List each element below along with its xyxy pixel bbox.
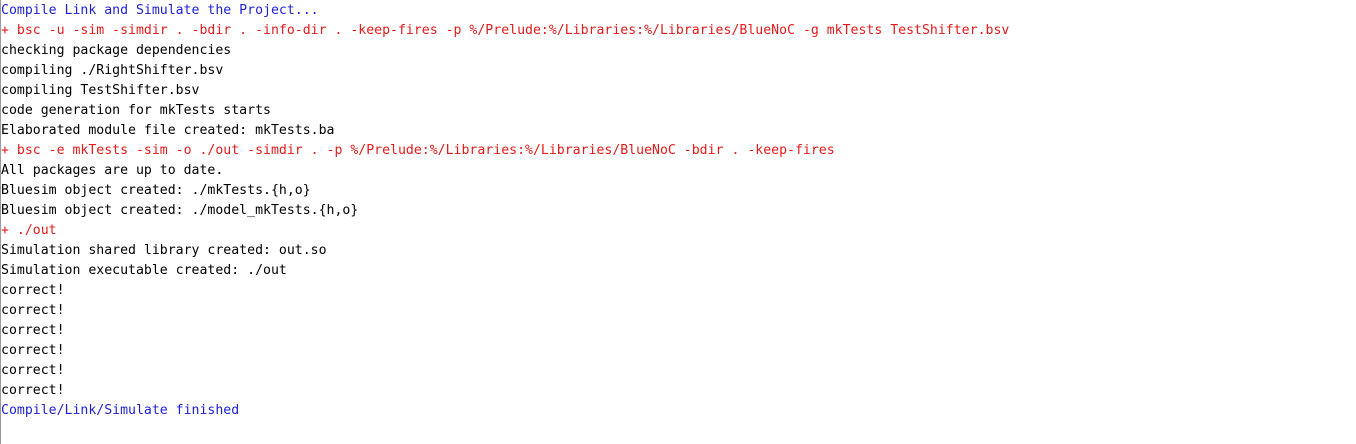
console-line-command: + ./out bbox=[1, 223, 57, 238]
console-lines: Compile Link and Simulate the Project...… bbox=[1, 1, 1009, 421]
console-line-output: checking package dependencies bbox=[1, 43, 232, 58]
console-line-output: correct! bbox=[1, 363, 65, 378]
console-output-pane[interactable]: Compile Link and Simulate the Project...… bbox=[0, 0, 1356, 444]
console-line-output: Bluesim object created: ./model_mkTests.… bbox=[1, 203, 359, 218]
console-line-output: Simulation shared library created: out.s… bbox=[1, 243, 327, 258]
console-line-output: Bluesim object created: ./mkTests.{h,o} bbox=[1, 183, 311, 198]
console-line-output: compiling ./RightShifter.bsv bbox=[1, 63, 224, 78]
console-line-output: correct! bbox=[1, 303, 65, 318]
console-line-output: correct! bbox=[1, 343, 65, 358]
console-line-output: correct! bbox=[1, 383, 65, 398]
console-line-output: code generation for mkTests starts bbox=[1, 103, 271, 118]
console-line-output: correct! bbox=[1, 323, 65, 338]
console-line-output: Simulation executable created: ./out bbox=[1, 263, 287, 278]
console-line-info: Compile/Link/Simulate finished bbox=[1, 403, 240, 418]
console-line-output: Elaborated module file created: mkTests.… bbox=[1, 123, 335, 138]
console-line-output: compiling TestShifter.bsv bbox=[1, 83, 200, 98]
console-line-command: + bsc -e mkTests -sim -o ./out -simdir .… bbox=[1, 143, 835, 158]
console-line-output: correct! bbox=[1, 283, 65, 298]
console-line-command: + bsc -u -sim -simdir . -bdir . -info-di… bbox=[1, 23, 1010, 38]
console-line-info: Compile Link and Simulate the Project... bbox=[1, 3, 319, 18]
console-line-output: All packages are up to date. bbox=[1, 163, 224, 178]
